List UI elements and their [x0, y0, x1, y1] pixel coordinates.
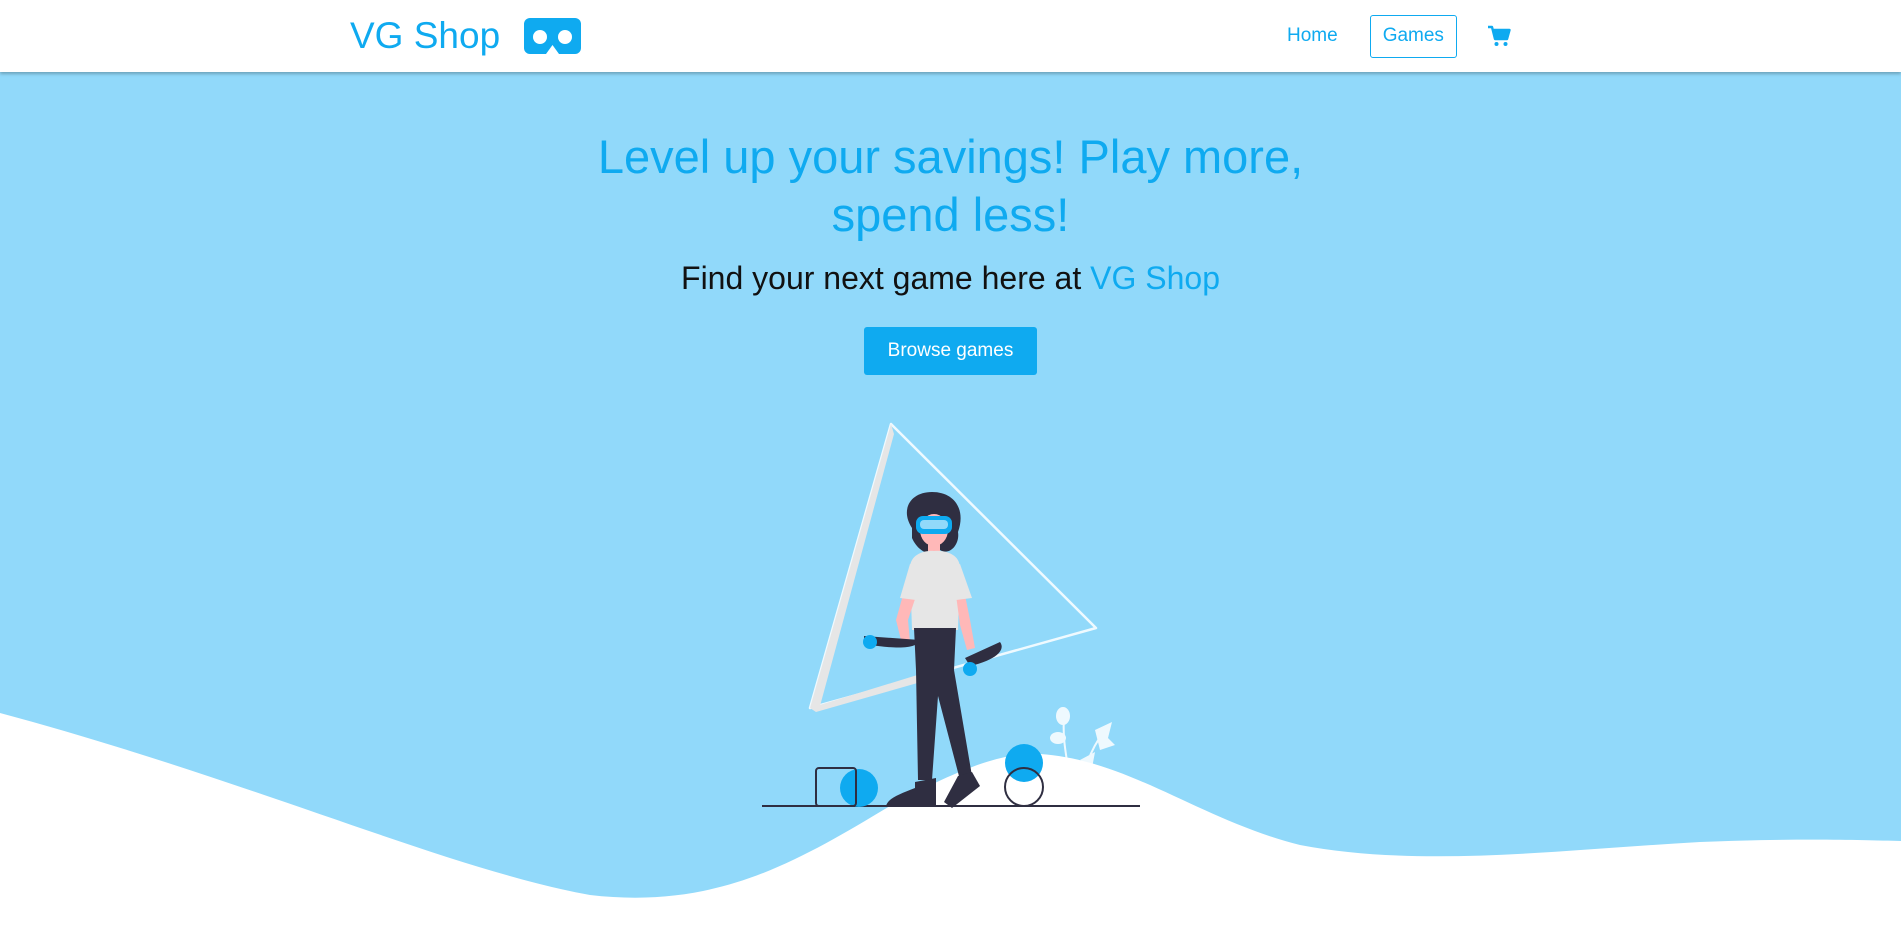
- hero-content: Level up your savings! Play more, spend …: [0, 128, 1901, 375]
- nav-home-link[interactable]: Home: [1285, 25, 1340, 47]
- nav-links: Home Games: [1285, 14, 1511, 58]
- page: VG Shop Home Games Level up your savings…: [0, 0, 1901, 931]
- hero-subline-text: Find your next game here at: [681, 260, 1091, 296]
- woman-with-vr-headset-illustration: [762, 422, 1140, 808]
- shopping-cart-icon[interactable]: [1487, 25, 1511, 47]
- ball-and-box-decoration: [815, 767, 878, 807]
- hero-subline-brand: VG Shop: [1090, 260, 1220, 296]
- woman-figure: [863, 492, 1002, 808]
- navbar: VG Shop Home Games: [0, 0, 1901, 72]
- hero-subline: Find your next game here at VG Shop: [0, 260, 1901, 297]
- hero-headline: Level up your savings! Play more, spend …: [597, 130, 1304, 241]
- brand-name: VG Shop: [350, 15, 501, 56]
- vr-headset-icon: [524, 18, 582, 54]
- browse-games-button[interactable]: Browse games: [863, 327, 1038, 375]
- brand-link[interactable]: VG Shop: [350, 12, 582, 60]
- plant-decoration: [1042, 707, 1115, 807]
- nav-games-link[interactable]: Games: [1369, 14, 1457, 58]
- ball-decoration: [1004, 744, 1044, 807]
